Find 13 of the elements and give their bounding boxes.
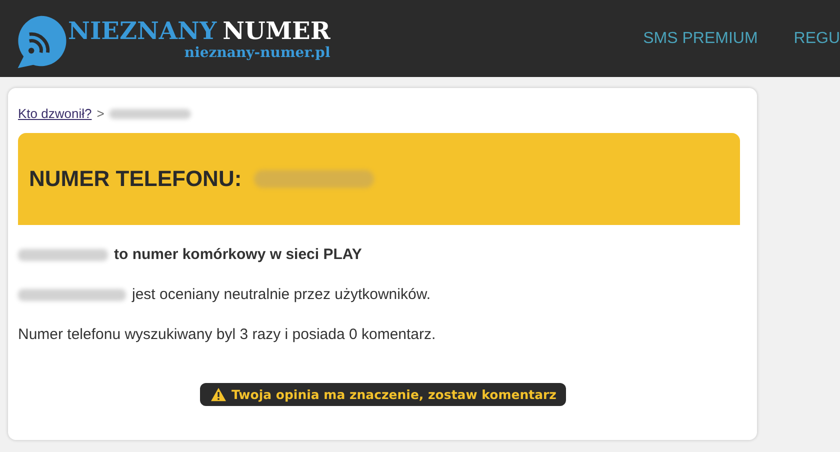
fact-text: Numer telefonu wyszukiwany byl 3 razy i posiada 0 komentarz. [18,326,436,343]
breadcrumb-separator: > [96,106,104,121]
banner-title: NUMER TELEFONU: [29,166,242,192]
breadcrumb-link[interactable]: Kto dzwonił? [18,106,92,121]
nav-link[interactable]: REGU [794,30,840,48]
logo-domain: nieznany-numer.pl [184,44,330,60]
comment-button[interactable]: Twoja opinia ma znaczenie, zostaw komentarz [200,383,566,406]
fact-text: to numer komórkowy w sieci PLAY [114,246,362,263]
logo-word: NIEZNANY [68,16,217,44]
fact-text: jest oceniany neutralnie przez użytkowników. [132,286,430,303]
warning-icon [210,387,227,402]
logo-word: NUMER [222,16,330,44]
nav-link[interactable]: SMS PREMIUM [643,30,758,48]
